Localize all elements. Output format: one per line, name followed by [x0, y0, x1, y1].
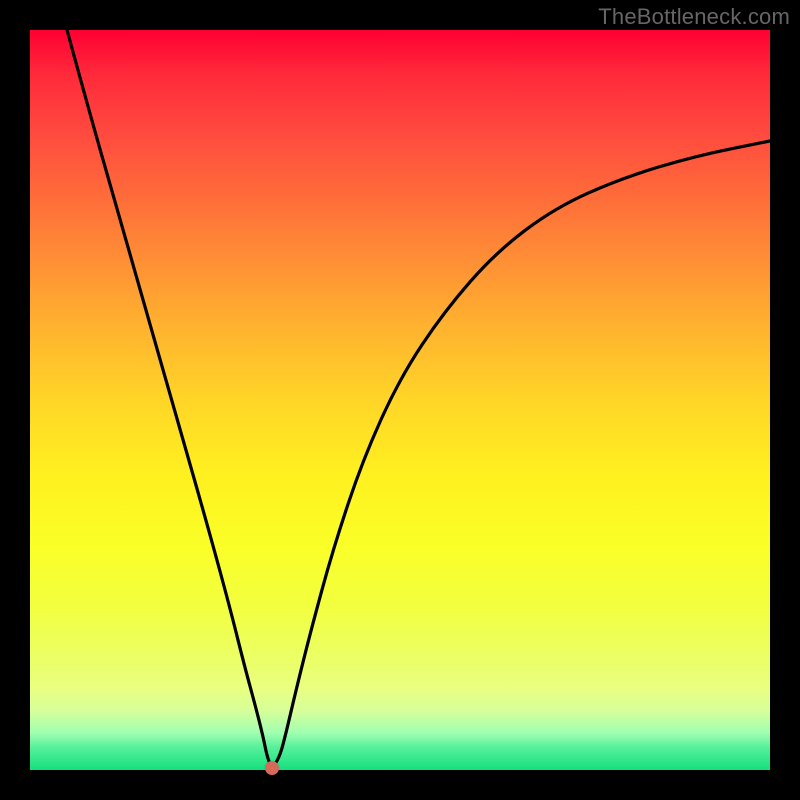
chart-frame: TheBottleneck.com — [0, 0, 800, 800]
minimum-marker — [265, 761, 279, 775]
watermark-text: TheBottleneck.com — [598, 4, 790, 30]
bottleneck-curve — [67, 30, 770, 766]
curve-svg — [30, 30, 770, 770]
plot-area — [30, 30, 770, 770]
